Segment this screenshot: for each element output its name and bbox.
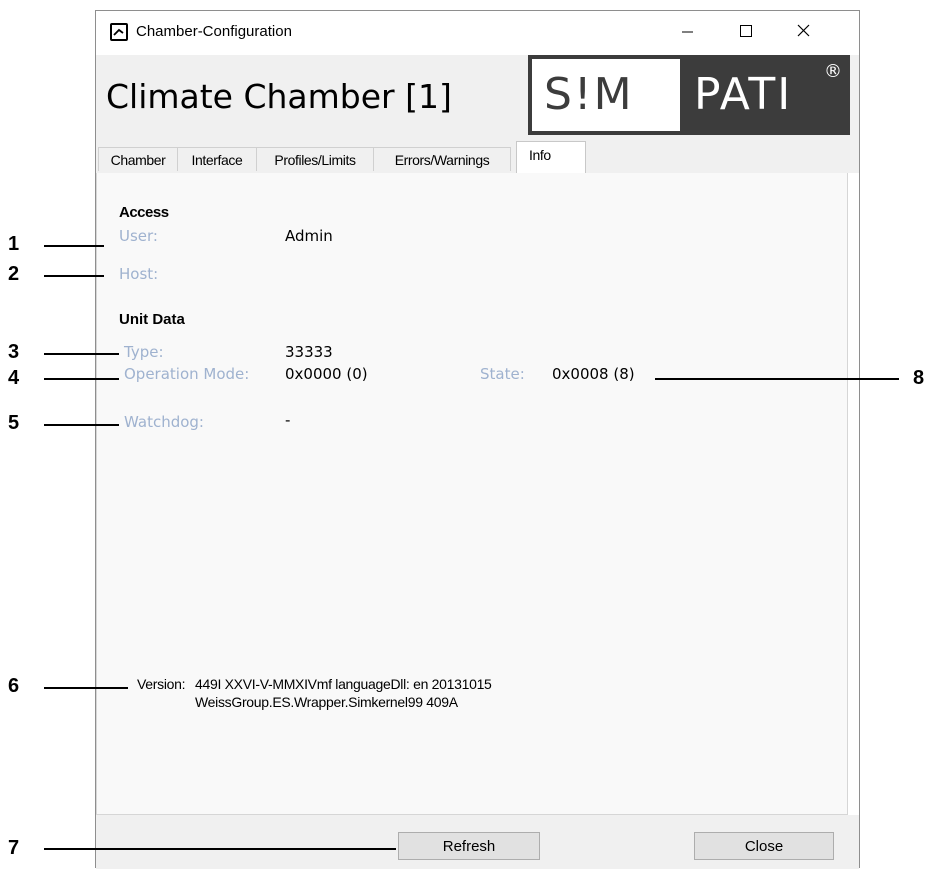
info-panel: Access User: Admin Host: Unit Data Type:… <box>96 173 848 815</box>
callout-8: 8 <box>913 367 925 389</box>
logo-registered-mark: ® <box>824 61 842 82</box>
tab-errors-warnings[interactable]: Errors/Warnings <box>373 147 511 171</box>
operation-mode-label: Operation Mode: <box>124 365 250 383</box>
watchdog-value: - <box>285 411 291 429</box>
tab-profiles-limits[interactable]: Profiles/Limits <box>256 147 374 171</box>
callout-2: 2 <box>8 263 20 285</box>
callout-1: 1 <box>8 233 20 255</box>
button-bar: Refresh Close <box>96 815 859 869</box>
refresh-button[interactable]: Refresh <box>398 832 540 860</box>
tab-strip: Chamber Interface Profiles/Limits Errors… <box>96 139 859 173</box>
watchdog-label: Watchdog: <box>124 413 204 431</box>
callout-4: 4 <box>8 367 20 389</box>
tab-chamber[interactable]: Chamber <box>98 147 178 171</box>
callout-3: 3 <box>8 341 20 363</box>
state-label: State: <box>480 365 525 383</box>
state-value: 0x0008 (8) <box>552 365 635 383</box>
callout-4-line <box>44 378 119 380</box>
callout-6: 6 <box>8 675 20 697</box>
version-label: Version: <box>137 676 186 692</box>
header-banner: Climate Chamber [1] S!M PATI ® <box>96 55 859 139</box>
callout-5-line <box>44 424 119 426</box>
minimize-icon <box>682 31 693 33</box>
callout-8-line <box>655 378 899 380</box>
close-button[interactable]: Close <box>694 832 834 860</box>
callout-7-line <box>44 848 396 850</box>
access-heading: Access <box>119 204 169 221</box>
tab-info[interactable]: Info <box>516 141 586 173</box>
chamber-title: Climate Chamber [1] <box>106 77 452 116</box>
version-line-1: 449I XXVI-V-MMXIVmf languageDll: en 2013… <box>195 676 492 692</box>
window-title: Chamber-Configuration <box>136 23 292 40</box>
app-icon <box>110 23 128 41</box>
callout-6-line <box>44 687 128 689</box>
callout-3-line <box>44 353 119 355</box>
callout-2-line <box>44 275 104 277</box>
logo-left-text: S!M <box>544 69 634 120</box>
user-value: Admin <box>285 227 333 245</box>
maximize-icon <box>740 25 752 37</box>
type-value: 33333 <box>285 343 333 361</box>
title-bar: Chamber-Configuration <box>96 11 859 55</box>
tab-interface[interactable]: Interface <box>177 147 257 171</box>
host-label: Host: <box>119 265 159 283</box>
unit-data-heading: Unit Data <box>119 311 185 328</box>
type-label: Type: <box>124 343 164 361</box>
close-window-button[interactable] <box>780 11 826 49</box>
logo-right-text: PATI <box>694 69 793 120</box>
simpati-logo: S!M PATI ® <box>528 55 850 135</box>
callout-5: 5 <box>8 412 20 434</box>
callout-7: 7 <box>8 837 20 859</box>
close-icon <box>797 24 810 37</box>
callout-1-line <box>44 245 104 247</box>
user-label: User: <box>119 227 158 245</box>
chamber-configuration-window: Chamber-Configuration Climate Chamber [1… <box>95 10 860 869</box>
minimize-button[interactable] <box>664 11 710 49</box>
operation-mode-value: 0x0000 (0) <box>285 365 368 383</box>
version-line-2: WeissGroup.ES.Wrapper.Simkernel99 409A <box>195 694 458 710</box>
maximize-button[interactable] <box>722 11 768 49</box>
